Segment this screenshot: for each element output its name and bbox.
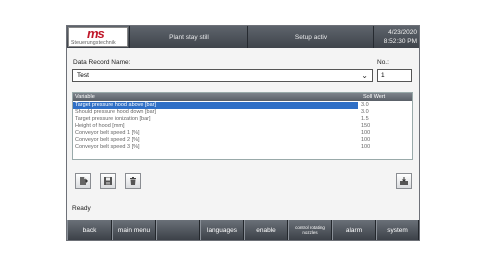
cell-value[interactable]: 1.5	[358, 116, 412, 123]
cell-variable: Conveyor belt speed 3 [%]	[75, 144, 140, 150]
cell-value[interactable]: 100	[358, 137, 412, 144]
cell-variable: Target pressure hood above [bar]	[75, 102, 157, 108]
cell-value[interactable]: 100	[358, 130, 412, 137]
languages-button[interactable]: languages	[200, 220, 244, 240]
cell-variable: Conveyor belt speed 2 [%]	[75, 137, 140, 143]
cell-value[interactable]: 100	[358, 144, 412, 151]
column-header-value[interactable]: Soll Wert	[358, 93, 412, 100]
main-menu-button[interactable]: main menu	[112, 220, 156, 240]
import-button[interactable]	[396, 173, 412, 189]
table-row[interactable]: Height of hood [mm] 150	[73, 123, 412, 130]
cell-variable: Should pressure hood down [bar]	[75, 109, 157, 115]
logo-text: ms	[87, 26, 105, 41]
company-logo: ms Steuerungstechnik	[68, 26, 128, 47]
cell-variable: Target pressure ionization [bar]	[75, 116, 151, 122]
table-row[interactable]: Target pressure ionization [bar] 1.5	[73, 116, 412, 123]
bottom-nav: back main menu languages enable control …	[67, 220, 419, 240]
column-header-variable[interactable]: Variable	[75, 93, 355, 101]
parameter-table: Variable Soll Wert Target pressure hood …	[72, 92, 413, 160]
record-no-field[interactable]: 1	[377, 69, 412, 82]
cell-variable: Height of hood [mm]	[75, 123, 125, 129]
plant-status: Plant stay still	[129, 26, 248, 48]
cell-variable: Conveyor belt speed 1 [%]	[75, 130, 140, 136]
status-text: Ready	[72, 205, 91, 212]
record-name-value: Test	[77, 72, 89, 79]
table-row[interactable]: Conveyor belt speed 2 [%] 100	[73, 137, 412, 144]
cell-value[interactable]: 3.0	[358, 102, 412, 109]
setup-status: Setup activ	[247, 26, 374, 48]
table-row[interactable]: Target pressure hood above [bar] 3.0	[73, 102, 412, 109]
time-text: 8:52:30 PM	[383, 38, 417, 45]
header-bar: ms Steuerungstechnik Plant stay still Se…	[67, 26, 419, 48]
delete-icon	[130, 177, 136, 185]
table-row[interactable]: Should pressure hood down [bar] 3.0	[73, 109, 412, 116]
record-name-label: Data Record Name:	[73, 59, 131, 66]
record-name-dropdown[interactable]: Test ⌄	[72, 69, 373, 82]
cell-value[interactable]: 150	[358, 123, 412, 130]
save-button[interactable]	[100, 173, 116, 189]
hmi-screen: ms Steuerungstechnik Plant stay still Se…	[66, 25, 420, 241]
cell-value[interactable]: 3.0	[358, 109, 412, 116]
new-record-icon	[80, 177, 88, 185]
datetime: 4/23/2020 8:52:30 PM	[377, 28, 417, 46]
table-row[interactable]: Conveyor belt speed 3 [%] 100	[73, 144, 412, 151]
chevron-down-icon[interactable]: ⌄	[361, 70, 368, 81]
logo-subtitle: Steuerungstechnik	[71, 40, 116, 46]
table-row[interactable]: Conveyor belt speed 1 [%] 100	[73, 130, 412, 137]
back-button[interactable]: back	[67, 220, 112, 240]
save-icon	[104, 177, 112, 185]
blank-button[interactable]	[156, 220, 200, 240]
enable-button[interactable]: enable	[244, 220, 288, 240]
control-nozzles-button[interactable]: control rotating nozzles	[288, 220, 332, 240]
alarm-button[interactable]: alarm	[332, 220, 376, 240]
system-button[interactable]: system	[376, 220, 419, 240]
date-text: 4/23/2020	[388, 29, 417, 36]
import-icon	[400, 177, 408, 185]
table-header: Variable Soll Wert	[73, 93, 412, 101]
record-no-label: No.:	[377, 59, 389, 66]
new-record-button[interactable]	[75, 173, 91, 189]
delete-button[interactable]	[125, 173, 141, 189]
